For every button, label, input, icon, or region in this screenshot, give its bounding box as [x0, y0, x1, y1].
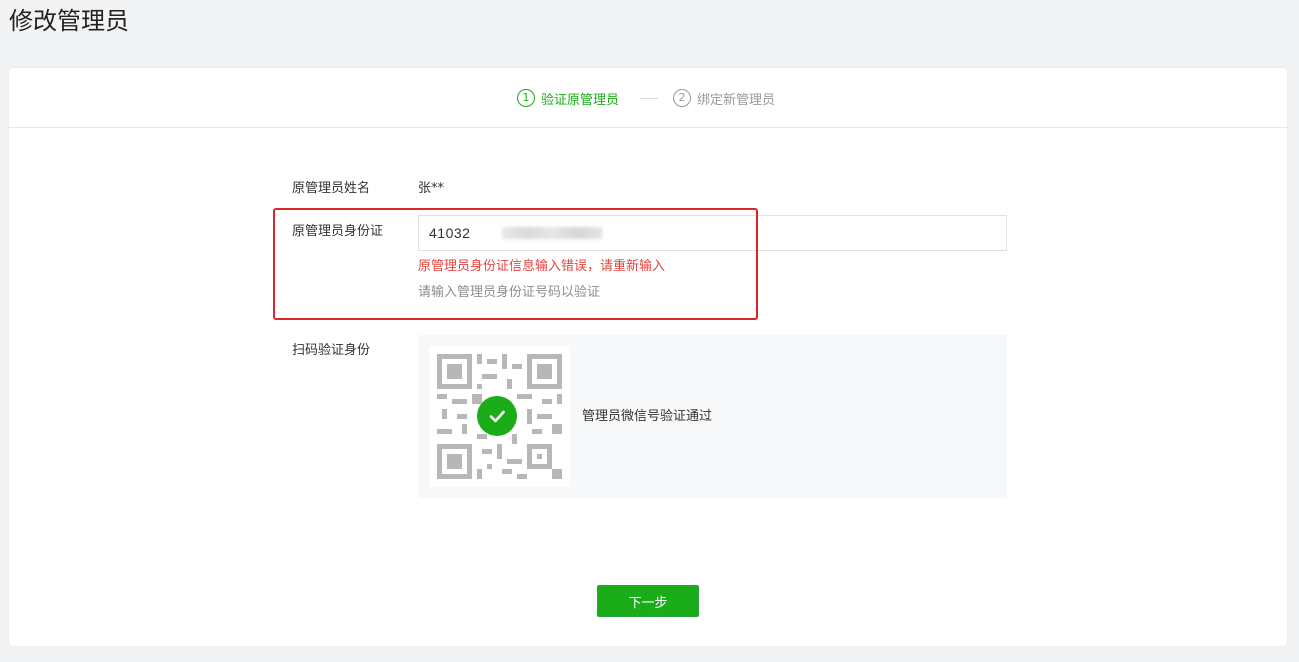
- step-verify-original-admin: 1 验证原管理员: [517, 88, 619, 108]
- check-circle-icon: [477, 396, 517, 436]
- step-label-2: 绑定新管理员: [697, 92, 776, 108]
- next-step-button[interactable]: 下一步: [597, 585, 699, 617]
- checkmark-icon: [489, 410, 505, 423]
- qr-code-container: [429, 346, 570, 487]
- page-title: 修改管理员: [9, 7, 129, 35]
- scan-verify-panel: 管理员微信号验证通过: [418, 335, 1007, 498]
- admin-name-label: 原管理员姓名: [292, 181, 371, 196]
- scan-status-text: 管理员微信号验证通过: [582, 409, 713, 424]
- admin-name-value: 张**: [418, 181, 445, 196]
- step-label-1: 验证原管理员: [541, 92, 620, 108]
- step-bind-new-admin: 2 绑定新管理员: [673, 88, 775, 108]
- step-number-2: 2: [673, 89, 691, 107]
- step-divider: [640, 98, 658, 99]
- step-number-1: 1: [517, 89, 535, 107]
- step-indicator: 1 验证原管理员 2 绑定新管理员: [9, 68, 1287, 128]
- scan-verify-label: 扫码验证身份: [292, 343, 371, 358]
- highlight-annotation-box: [273, 208, 758, 320]
- main-card: 1 验证原管理员 2 绑定新管理员 原管理员姓名 张** 原管理员身份证 410…: [8, 67, 1288, 647]
